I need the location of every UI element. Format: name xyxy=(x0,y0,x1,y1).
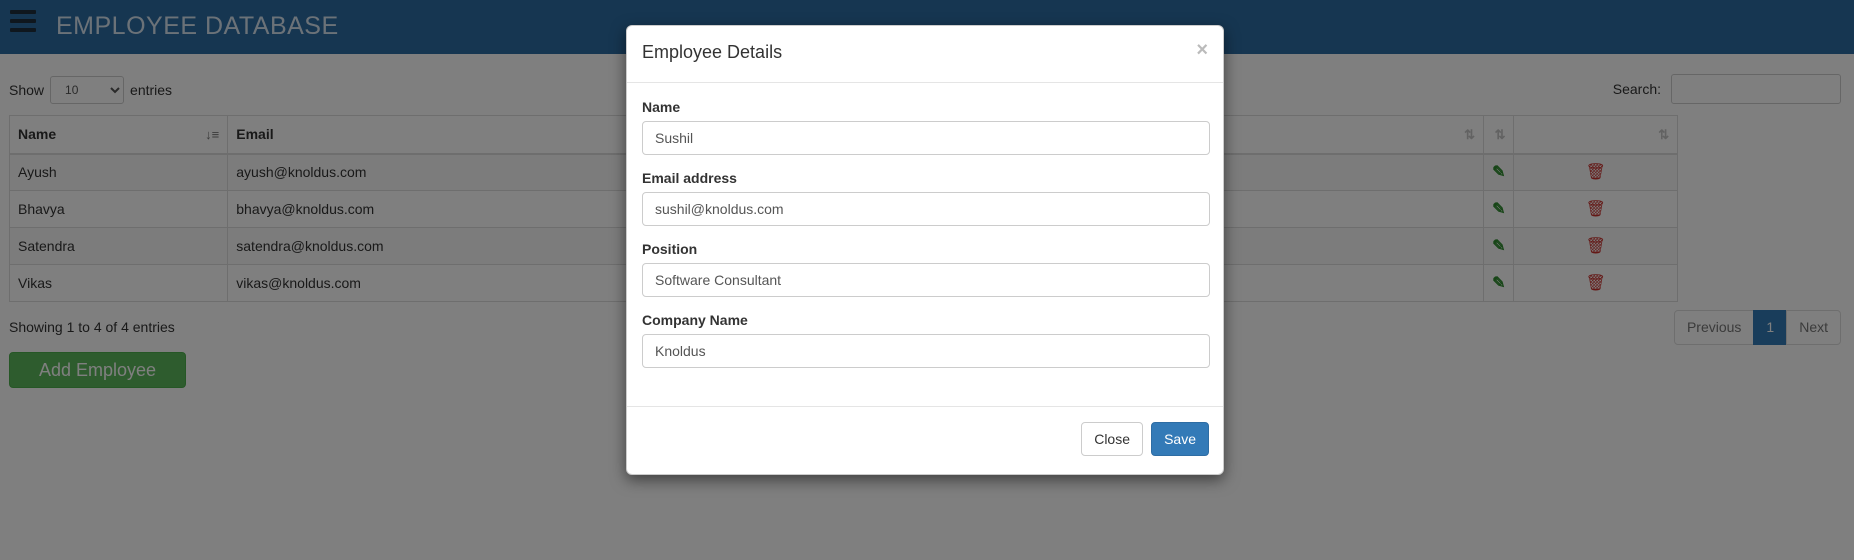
modal-header: Employee Details × xyxy=(627,26,1223,83)
name-field[interactable] xyxy=(642,121,1210,155)
save-button[interactable]: Save xyxy=(1151,422,1209,456)
modal-footer: Close Save xyxy=(627,406,1223,475)
form-group-company: Company Name xyxy=(642,312,1210,368)
close-icon[interactable]: × xyxy=(1196,39,1208,62)
name-label: Name xyxy=(642,99,681,115)
close-button[interactable]: Close xyxy=(1081,422,1143,456)
form-group-name: Name xyxy=(642,99,1210,155)
position-label: Position xyxy=(642,241,698,257)
email-label: Email address xyxy=(642,170,737,186)
form-group-position: Position xyxy=(642,241,1210,297)
email-field[interactable] xyxy=(642,192,1210,226)
form-group-email: Email address xyxy=(642,170,1210,226)
modal-body: Name Email address Position Company Name xyxy=(627,83,1223,406)
modal-title: Employee Details xyxy=(642,42,783,62)
company-field[interactable] xyxy=(642,334,1210,368)
employee-details-modal: Employee Details × Name Email address Po… xyxy=(626,25,1224,475)
company-label: Company Name xyxy=(642,312,748,328)
position-field[interactable] xyxy=(642,263,1210,297)
